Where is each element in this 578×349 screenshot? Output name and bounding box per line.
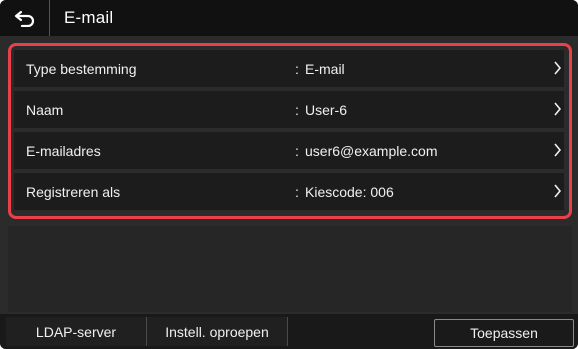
back-button[interactable]	[0, 0, 50, 36]
row-registreren-als[interactable]: Registreren als : Kiescode: 006	[14, 173, 564, 210]
device-screen: E-mail Type bestemming : E-mail Naam : U…	[0, 0, 578, 349]
row-separator: :	[295, 183, 299, 200]
row-label: E-mailadres	[26, 142, 101, 159]
row-label: Naam	[26, 101, 64, 118]
row-value: Kiescode: 006	[305, 183, 394, 200]
chevron-right-icon	[554, 143, 562, 157]
page-title: E-mail	[64, 8, 114, 27]
row-value: User-6	[305, 101, 348, 118]
row-label: Registreren als	[26, 183, 121, 200]
row-emailadres[interactable]: E-mailadres : user6@example.com	[14, 132, 564, 169]
row-type-bestemming[interactable]: Type bestemming : E-mail	[14, 50, 564, 87]
row-separator: :	[295, 60, 299, 77]
destination-settings-list: Type bestemming : E-mail Naam : User-6 E…	[8, 46, 572, 218]
empty-list-area	[8, 226, 572, 312]
bottom-toolbar: LDAP-server Instell. oproepen Toepassen	[0, 314, 578, 349]
row-naam[interactable]: Naam : User-6	[14, 91, 564, 128]
row-value: user6@example.com	[305, 142, 438, 159]
apply-button[interactable]: Toepassen	[434, 319, 574, 347]
row-value: E-mail	[305, 60, 345, 77]
chevron-right-icon	[554, 61, 562, 75]
chevron-right-icon	[554, 102, 562, 116]
title-bar: E-mail	[0, 0, 578, 36]
chevron-right-icon	[554, 184, 562, 198]
row-separator: :	[295, 101, 299, 118]
row-label: Type bestemming	[26, 60, 137, 77]
ldap-server-button[interactable]: LDAP-server	[6, 317, 147, 346]
recall-settings-button[interactable]: Instell. oproepen	[147, 317, 288, 346]
back-arrow-icon	[14, 10, 34, 27]
row-separator: :	[295, 142, 299, 159]
